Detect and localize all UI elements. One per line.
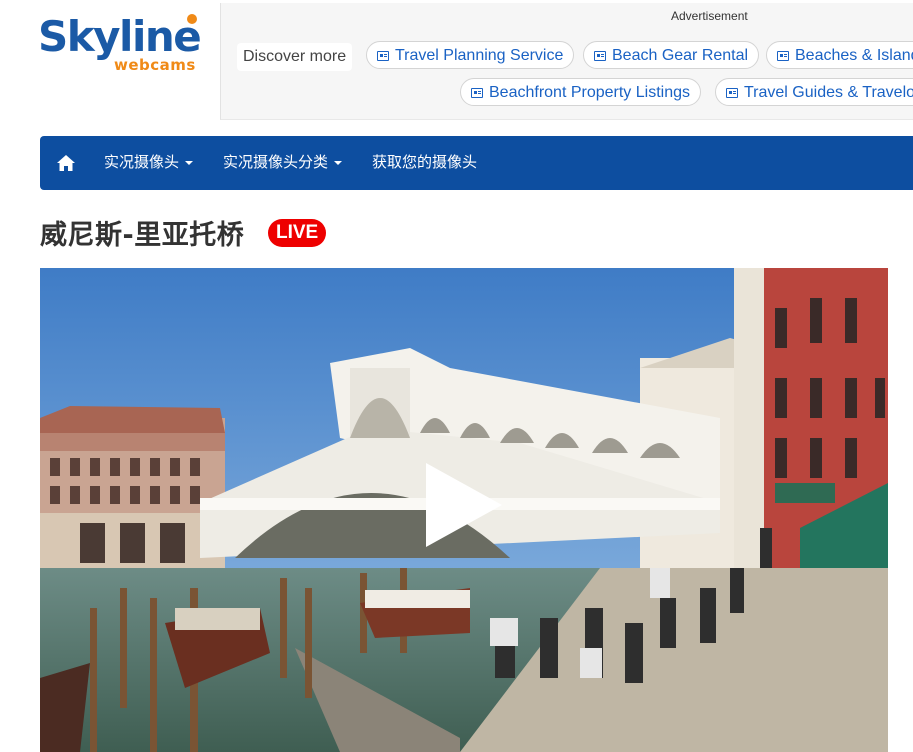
webcam-video-player[interactable] xyxy=(40,268,888,752)
nav-label: 获取您的摄像头 xyxy=(372,154,478,171)
article-icon xyxy=(777,51,789,61)
ad-chip-beaches-islands[interactable]: Beaches & Islands xyxy=(766,41,913,69)
article-icon xyxy=(726,88,738,98)
main-navbar: 实况摄像头 实况摄像头分类 获取您的摄像头 xyxy=(40,136,913,190)
nav-live-webcams[interactable]: 实况摄像头 xyxy=(104,136,194,190)
nav-get-your-webcam[interactable]: 获取您的摄像头 xyxy=(372,136,477,190)
advertisement-label: Advertisement xyxy=(671,9,748,23)
ad-chip-beach-gear[interactable]: Beach Gear Rental xyxy=(583,41,760,69)
article-icon xyxy=(471,88,483,98)
logo-subtitle: webcams xyxy=(114,56,196,74)
ad-chip-label: Beachfront Property Listings xyxy=(489,84,690,101)
discover-more-label: Discover more xyxy=(237,43,353,71)
advertisement-area: Advertisement Discover more Travel Plann… xyxy=(220,3,913,120)
ad-chip-travel-guides[interactable]: Travel Guides & Travelogues xyxy=(715,78,913,106)
live-badge: LIVE xyxy=(268,219,327,247)
logo-dot-icon xyxy=(187,14,197,24)
ad-chip-travel-planning[interactable]: Travel Planning Service xyxy=(366,41,575,69)
article-icon xyxy=(377,51,389,61)
caret-down-icon xyxy=(334,161,343,166)
nav-label: 实况摄像头 xyxy=(104,154,180,171)
ad-chip-label: Beaches & Islands xyxy=(795,47,913,64)
nav-webcam-categories[interactable]: 实况摄像头分类 xyxy=(223,136,343,190)
article-icon xyxy=(594,51,606,61)
page-title: 威尼斯-里亚托桥 xyxy=(40,220,245,251)
ad-chip-label: Travel Planning Service xyxy=(395,47,564,64)
ad-chip-label: Beach Gear Rental xyxy=(612,47,749,64)
logo-wordmark: Skyline xyxy=(38,12,202,61)
ad-chip-beachfront-property[interactable]: Beachfront Property Listings xyxy=(460,78,701,106)
skyline-logo[interactable]: Skyline webcams xyxy=(38,10,213,80)
play-icon[interactable] xyxy=(426,463,502,547)
caret-down-icon xyxy=(185,161,194,166)
nav-label: 实况摄像头分类 xyxy=(223,154,329,171)
home-icon[interactable] xyxy=(56,154,76,172)
ad-chip-label: Travel Guides & Travelogues xyxy=(744,84,913,101)
